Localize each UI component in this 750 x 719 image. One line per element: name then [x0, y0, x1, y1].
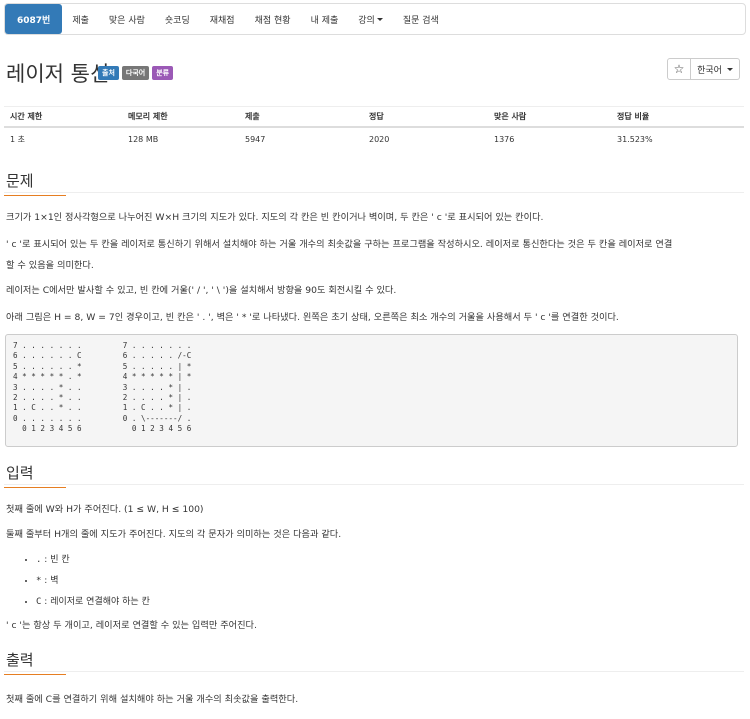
nav-question-search[interactable]: 질문 검색 [393, 4, 449, 34]
header-accepted-users: 맞은 사람 [494, 112, 527, 121]
nav-lectures-dropdown[interactable]: 강의 [348, 4, 393, 34]
nav-rejudge[interactable]: 재채점 [200, 4, 245, 34]
table-header-row: 시간 제한 메모리 제한 제출 정답 맞은 사람 정답 비율 [4, 106, 744, 128]
nav-accepted-users[interactable]: 맞은 사람 [99, 4, 155, 34]
title-row: 레이저 통신 출처 다국어 분류 ☆ 한국어 [4, 58, 746, 86]
star-button[interactable]: ☆ [667, 58, 691, 80]
list-item: . : 빈 칸 [36, 550, 150, 571]
nav-problem-number[interactable]: 6087번 [5, 4, 63, 34]
example-figure: 7 . . . . . . . 7 . . . . . . . 6 . . . … [5, 334, 738, 447]
label-multilingual[interactable]: 다국어 [121, 66, 150, 80]
nav-status[interactable]: 채점 현황 [245, 4, 301, 34]
problem-paragraph-2b: 할 수 있음을 의미한다. [6, 260, 94, 271]
legend-text: : 벽 [44, 576, 59, 586]
language-dropdown[interactable]: 한국어 [691, 58, 740, 80]
header-time-limit: 시간 제한 [10, 112, 43, 121]
problem-navbar: 6087번 제출 맞은 사람 숏코딩 재채점 채점 현황 내 제출 강의 질문 … [4, 3, 746, 35]
value-memory-limit: 128 MB [128, 135, 159, 144]
section-title-problem: 문제 [4, 170, 744, 196]
nav-lectures-label: 강의 [358, 15, 375, 26]
section-title-output: 출력 [4, 649, 744, 675]
legend-list: . : 빈 칸 * : 벽 C : 레이저로 연결해야 하는 칸 [6, 550, 150, 613]
problem-paragraph-2a: ' c '로 표시되어 있는 두 칸을 레이저로 통신하기 위해서 설치해야 하… [6, 239, 673, 250]
value-correct: 2020 [369, 135, 390, 144]
star-icon: ☆ [673, 62, 685, 76]
input-paragraph-1: 첫째 줄에 W와 H가 주어진다. (1 ≤ W, H ≤ 100) [6, 504, 204, 515]
legend-code: * [36, 576, 42, 586]
header-submissions: 제출 [245, 112, 260, 121]
nav-my-submissions[interactable]: 내 제출 [301, 4, 349, 34]
title-button-group: ☆ 한국어 [667, 58, 740, 80]
header-accuracy: 정답 비율 [617, 112, 650, 121]
value-time-limit: 1 초 [10, 135, 25, 144]
header-correct: 정답 [369, 112, 384, 121]
output-paragraph-1: 첫째 줄에 C를 연결하기 위해 설치해야 하는 거울 개수의 최솟값을 출력한… [6, 694, 299, 705]
list-item: * : 벽 [36, 571, 150, 592]
value-accuracy: 31.523% [617, 135, 653, 144]
table-row: 1 초 128 MB 5947 2020 1376 31.523% [4, 128, 744, 151]
caret-down-icon [726, 67, 733, 71]
input-paragraph-2: 둘째 줄부터 H개의 줄에 지도가 주어진다. 지도의 각 문자가 의미하는 것… [6, 529, 342, 540]
legend-code: . [36, 555, 42, 565]
input-paragraph-3: ' c '는 항상 두 개이고, 레이저로 연결할 수 있는 입력만 주어진다. [6, 620, 257, 631]
problem-paragraph-1: 크기가 1×1인 정사각형으로 나누어진 W×H 크기의 지도가 있다. 지도의… [6, 212, 544, 223]
section-title-input: 입력 [4, 462, 744, 488]
nav-short-coding[interactable]: 숏코딩 [155, 4, 200, 34]
problem-paragraph-3: 레이저는 C에서만 발사할 수 있고, 빈 칸에 거울(' / ', ' \ '… [6, 285, 397, 296]
legend-text: : 빈 칸 [44, 555, 70, 565]
page-title: 레이저 통신 [6, 62, 110, 86]
legend-code: C [36, 597, 42, 607]
value-accepted-users: 1376 [494, 135, 515, 144]
caret-down-icon [376, 17, 383, 21]
problem-paragraph-4: 아래 그림은 H = 8, W = 7인 경우이고, 빈 칸은 ' . ', 벽… [6, 312, 619, 323]
list-item: C : 레이저로 연결해야 하는 칸 [36, 592, 150, 613]
language-label: 한국어 [697, 65, 722, 76]
legend-text: : 레이저로 연결해야 하는 칸 [44, 597, 150, 607]
label-category[interactable]: 분류 [152, 66, 174, 80]
label-source[interactable]: 출처 [98, 66, 119, 80]
header-memory-limit: 메모리 제한 [128, 112, 168, 121]
problem-labels: 출처 다국어 분류 [98, 66, 174, 80]
value-submissions: 5947 [245, 135, 266, 144]
nav-submit[interactable]: 제출 [62, 4, 99, 34]
problem-info-table: 시간 제한 메모리 제한 제출 정답 맞은 사람 정답 비율 1 초 128 M… [4, 106, 744, 151]
